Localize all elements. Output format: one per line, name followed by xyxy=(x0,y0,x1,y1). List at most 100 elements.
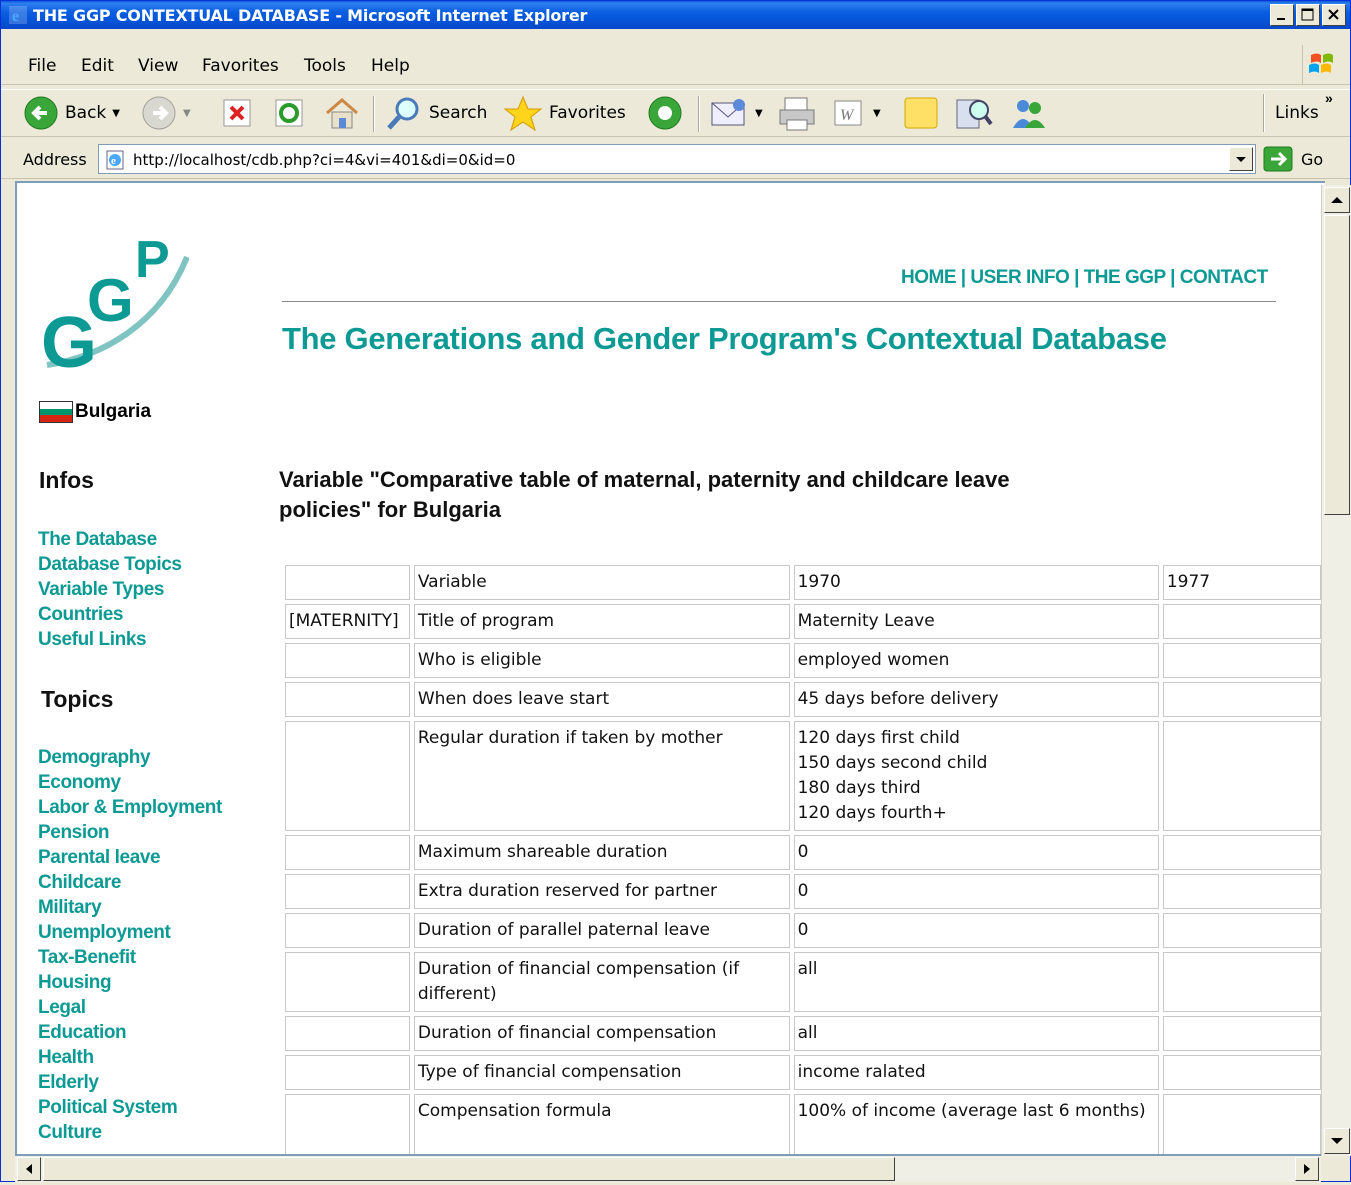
flag-stripe-red xyxy=(40,415,72,423)
variable-title: Variable "Comparative table of maternal,… xyxy=(279,467,1010,522)
go-button[interactable]: Go xyxy=(1263,145,1323,173)
svg-text:P: P xyxy=(135,231,170,289)
table-cell: Extra duration reserved for partner xyxy=(413,874,790,909)
table-cell: Regular duration if taken by mother xyxy=(413,721,790,831)
link-variable-types[interactable]: Variable Types xyxy=(38,577,182,602)
forward-arrow-icon xyxy=(142,96,176,130)
topic-unemployment[interactable]: Unemployment xyxy=(38,920,222,945)
table-cell xyxy=(285,682,410,717)
flag-stripe-white xyxy=(40,402,72,409)
chevron-down-icon[interactable]: ▼ xyxy=(183,108,191,119)
vertical-scroll-thumb[interactable] xyxy=(1324,215,1350,515)
topic-education[interactable]: Education xyxy=(38,1020,222,1045)
chevron-down-icon[interactable]: ▼ xyxy=(755,108,763,119)
close-button[interactable] xyxy=(1322,4,1346,26)
links-button[interactable]: Links xyxy=(1275,90,1319,136)
horizontal-scrollbar[interactable] xyxy=(15,1156,1321,1182)
table-cell xyxy=(285,721,410,831)
topic-legal[interactable]: Legal xyxy=(38,995,222,1020)
discuss-button[interactable] xyxy=(901,90,941,136)
infos-heading: Infos xyxy=(39,467,94,493)
topic-economy[interactable]: Economy xyxy=(38,770,222,795)
search-button[interactable]: Search xyxy=(385,90,487,136)
maximize-button[interactable] xyxy=(1296,4,1320,26)
topic-tax-benefit[interactable]: Tax-Benefit xyxy=(38,945,222,970)
topic-political-system[interactable]: Political System xyxy=(38,1095,222,1120)
menu-favorites[interactable]: Favorites xyxy=(202,56,279,76)
scroll-right-button[interactable] xyxy=(1295,1157,1319,1181)
horizontal-scroll-thumb[interactable] xyxy=(43,1157,895,1181)
menu-file[interactable]: File xyxy=(28,56,56,76)
topic-parental-leave[interactable]: Parental leave xyxy=(38,845,222,870)
table-cell: Maximum shareable duration xyxy=(413,835,790,870)
menu-tools[interactable]: Tools xyxy=(304,56,346,76)
topic-culture[interactable]: Culture xyxy=(38,1120,222,1145)
chevron-down-icon[interactable]: ▼ xyxy=(112,108,120,119)
table-row: Type of financial compensation income ra… xyxy=(285,1055,1321,1090)
topics-heading: Topics xyxy=(41,686,114,712)
menu-edit[interactable]: Edit xyxy=(81,56,114,76)
windows-logo-icon xyxy=(1302,45,1342,85)
table-cell xyxy=(285,643,410,678)
menu-help[interactable]: Help xyxy=(371,56,410,76)
back-arrow-icon xyxy=(24,96,58,130)
address-dropdown-button[interactable] xyxy=(1229,147,1253,171)
address-input[interactable]: e http://localhost/cdb.php?ci=4&vi=401&d… xyxy=(98,144,1256,174)
table-cell: Duration of financial compensation (if d… xyxy=(413,952,790,1012)
flag-stripe-green xyxy=(40,408,72,416)
forward-button[interactable]: ▼ xyxy=(141,90,191,136)
table-cell: 100% of income (average last 6 months) xyxy=(793,1094,1159,1154)
back-button[interactable]: Back ▼ xyxy=(23,90,120,136)
messenger-button[interactable] xyxy=(1009,90,1049,136)
svg-text:e: e xyxy=(12,8,19,24)
table-cell: 45 days before delivery xyxy=(793,682,1159,717)
go-label: Go xyxy=(1301,149,1324,169)
table-cell: Title of program xyxy=(413,604,790,639)
top-navigation[interactable]: HOME | USER INFO | THE GGP | CONTACT xyxy=(901,267,1268,289)
chevron-right-icon[interactable]: » xyxy=(1325,90,1333,106)
media-button[interactable] xyxy=(645,90,685,136)
word-document-icon: W xyxy=(834,100,862,126)
table-cell: all xyxy=(793,952,1159,1012)
star-icon xyxy=(503,95,543,132)
table-row: Who is eligible employed women xyxy=(285,643,1321,678)
minimize-button[interactable] xyxy=(1270,4,1294,26)
link-useful-links[interactable]: Useful Links xyxy=(38,627,182,652)
home-button[interactable] xyxy=(323,90,361,136)
menu-view[interactable]: View xyxy=(138,56,178,76)
topic-military[interactable]: Military xyxy=(38,895,222,920)
chevron-down-icon[interactable]: ▼ xyxy=(873,108,881,119)
refresh-button[interactable] xyxy=(273,90,305,136)
topic-housing[interactable]: Housing xyxy=(38,970,222,995)
topic-health[interactable]: Health xyxy=(38,1045,222,1070)
print-button[interactable] xyxy=(777,90,817,136)
scroll-up-button[interactable] xyxy=(1324,187,1350,213)
topic-elderly[interactable]: Elderly xyxy=(38,1070,222,1095)
chevron-down-icon xyxy=(1331,1138,1343,1144)
link-the-database[interactable]: The Database xyxy=(38,527,182,552)
topic-pension[interactable]: Pension xyxy=(38,820,222,845)
topic-childcare[interactable]: Childcare xyxy=(38,870,222,895)
scroll-left-button[interactable] xyxy=(17,1157,41,1181)
table-row: Duration of financial compensation all xyxy=(285,1016,1321,1051)
table-row: Duration of financial compensation (if d… xyxy=(285,952,1321,1012)
browser-window: e THE GGP CONTEXTUAL DATABASE - Microsof… xyxy=(0,0,1351,1182)
vertical-scrollbar[interactable] xyxy=(1321,185,1351,1156)
link-database-topics[interactable]: Database Topics xyxy=(38,552,182,577)
table-cell xyxy=(285,913,410,948)
research-button[interactable] xyxy=(953,90,993,136)
topic-labor-employment[interactable]: Labor & Employment xyxy=(38,795,222,820)
svg-text:W: W xyxy=(840,107,855,124)
stop-button[interactable] xyxy=(221,90,253,136)
link-countries[interactable]: Countries xyxy=(38,602,182,627)
topic-demography[interactable]: Demography xyxy=(38,745,222,770)
table-row: Regular duration if taken by mother 120 … xyxy=(285,721,1321,831)
favorites-button[interactable]: Favorites xyxy=(503,90,626,136)
scroll-down-button[interactable] xyxy=(1324,1128,1350,1154)
go-arrow-icon xyxy=(1263,146,1293,172)
messenger-icon xyxy=(1013,100,1045,128)
edit-button[interactable]: W ▼ xyxy=(831,90,881,136)
ggp-logo: G G P xyxy=(41,231,189,377)
mail-button[interactable]: ▼ xyxy=(709,90,763,136)
title-bar: e THE GGP CONTEXTUAL DATABASE - Microsof… xyxy=(1,1,1350,29)
